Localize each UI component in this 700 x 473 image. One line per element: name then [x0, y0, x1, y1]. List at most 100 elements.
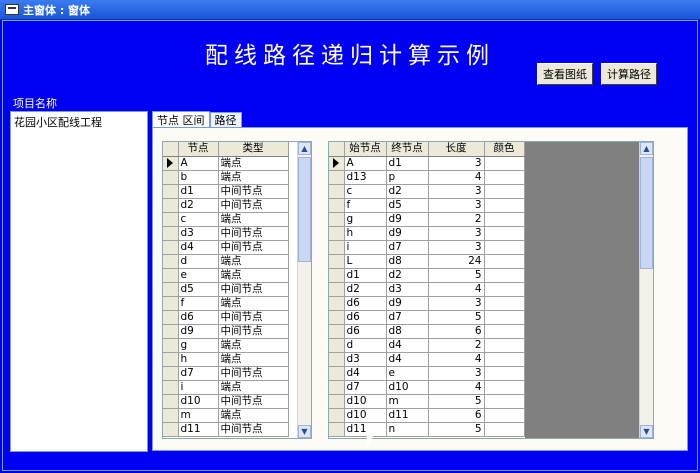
table-row[interactable]: d2 d3 4 — [329, 282, 525, 297]
arrow-down-icon[interactable]: ▼ — [298, 425, 311, 438]
table-cell[interactable]: 2 — [428, 338, 485, 353]
table-cell[interactable]: d1 — [386, 156, 429, 171]
table-cell[interactable]: 5 — [428, 268, 485, 283]
table-cell[interactable]: 6 — [428, 408, 485, 423]
table-row[interactable]: d10 d11 6 — [329, 408, 525, 423]
table-cell[interactable] — [484, 408, 525, 423]
table-row[interactable]: d9 中间节点 — [163, 324, 289, 339]
table-cell[interactable]: 中间节点 — [218, 394, 289, 409]
row-selector[interactable] — [329, 212, 345, 227]
row-selector[interactable] — [163, 198, 179, 213]
row-selector[interactable] — [163, 254, 179, 269]
table-cell[interactable]: 中间节点 — [218, 324, 289, 339]
table-cell[interactable]: L — [344, 254, 387, 269]
row-selector[interactable] — [163, 352, 179, 367]
node-scrollbar[interactable]: ▲ ▼ — [297, 142, 311, 438]
table-cell[interactable]: d9 — [386, 296, 429, 311]
row-selector[interactable] — [163, 366, 179, 381]
table-cell[interactable]: h — [344, 226, 387, 241]
table-cell[interactable]: h — [178, 352, 219, 367]
table-row[interactable]: d7 中间节点 — [163, 366, 289, 381]
table-row[interactable]: d10 m 5 — [329, 394, 525, 409]
segment-datasheet[interactable]: 始节点 终节点 长度 颜色 Ad1 3 d13 p 4 c d2 3 f d5 3 g d9 2 h d9 3 i… — [328, 141, 654, 439]
table-cell[interactable]: d11 — [178, 422, 219, 437]
table-cell[interactable] — [484, 212, 525, 227]
table-row[interactable]: d6 中间节点 — [163, 310, 289, 325]
row-selector[interactable] — [163, 296, 179, 311]
table-cell[interactable]: n — [386, 422, 429, 437]
table-row[interactable]: d6 d8 6 — [329, 324, 525, 339]
row-selector[interactable] — [329, 198, 345, 213]
row-selector[interactable] — [329, 352, 345, 367]
table-cell[interactable]: 中间节点 — [218, 226, 289, 241]
table-cell[interactable] — [484, 338, 525, 353]
table-row[interactable]: g 端点 — [163, 338, 289, 353]
row-selector[interactable] — [163, 394, 179, 409]
table-cell[interactable]: b — [178, 170, 219, 185]
table-row[interactable]: d4 e 3 — [329, 366, 525, 381]
table-cell[interactable]: i — [178, 380, 219, 395]
arrow-up-icon[interactable]: ▲ — [640, 142, 653, 155]
row-selector[interactable] — [329, 170, 345, 185]
table-cell[interactable]: d3 — [178, 226, 219, 241]
table-cell[interactable]: 端点 — [218, 212, 289, 227]
table-cell[interactable]: d — [344, 338, 387, 353]
table-cell[interactable]: d9 — [386, 226, 429, 241]
project-list[interactable]: 花园小区配线工程 — [10, 111, 148, 452]
table-cell[interactable]: 端点 — [218, 268, 289, 283]
table-row[interactable]: d4 中间节点 — [163, 240, 289, 255]
table-cell[interactable]: d4 — [386, 352, 429, 367]
column-header-end-node[interactable]: 终节点 — [386, 142, 429, 157]
table-cell[interactable]: 中间节点 — [218, 184, 289, 199]
table-row[interactable]: h d9 3 — [329, 226, 525, 241]
row-selector[interactable] — [329, 310, 345, 325]
table-cell[interactable]: d4 — [178, 240, 219, 255]
table-row[interactable]: d d4 2 — [329, 338, 525, 353]
table-cell[interactable]: m — [178, 408, 219, 423]
table-cell[interactable]: A — [178, 156, 219, 171]
table-row[interactable]: d3 中间节点 — [163, 226, 289, 241]
table-cell[interactable]: d7 — [386, 240, 429, 255]
table-cell[interactable]: 中间节点 — [218, 198, 289, 213]
table-cell[interactable]: 4 — [428, 380, 485, 395]
table-cell[interactable]: d6 — [344, 310, 387, 325]
node-datasheet[interactable]: 节点 类型 A 端点 b 端点 d1 中间节点 d2 中间节点 c 端点 d3 中间节点 d4 中间节点 d… — [162, 141, 312, 439]
row-selector[interactable] — [329, 366, 345, 381]
table-cell[interactable]: d11 — [386, 408, 429, 423]
row-selector[interactable] — [163, 380, 179, 395]
table-cell[interactable]: e — [178, 268, 219, 283]
table-cell[interactable]: e — [386, 366, 429, 381]
row-selector[interactable] — [163, 156, 179, 171]
table-cell[interactable]: g — [344, 212, 387, 227]
table-cell[interactable]: 3 — [428, 240, 485, 255]
row-selector[interactable] — [329, 408, 345, 423]
table-cell[interactable]: f — [178, 296, 219, 311]
row-selector[interactable] — [329, 184, 345, 199]
table-row[interactable]: c 端点 — [163, 212, 289, 227]
table-cell[interactable]: d4 — [386, 338, 429, 353]
table-cell[interactable]: 5 — [428, 422, 485, 437]
table-cell[interactable] — [484, 282, 525, 297]
table-cell[interactable]: d2 — [178, 198, 219, 213]
table-cell[interactable] — [484, 324, 525, 339]
column-header-length[interactable]: 长度 — [428, 142, 485, 157]
column-header-node[interactable]: 节点 — [178, 142, 219, 157]
table-cell[interactable] — [484, 352, 525, 367]
project-item[interactable]: 花园小区配线工程 — [14, 114, 144, 130]
table-cell[interactable]: 端点 — [218, 380, 289, 395]
table-cell[interactable]: d2 — [386, 268, 429, 283]
table-cell[interactable]: 端点 — [218, 254, 289, 269]
table-cell[interactable]: g — [178, 338, 219, 353]
table-cell[interactable] — [484, 240, 525, 255]
table-cell[interactable]: 6 — [428, 324, 485, 339]
view-drawing-button[interactable]: 查看图纸 — [537, 63, 593, 85]
table-cell[interactable]: d5 — [178, 282, 219, 297]
table-row[interactable]: i d7 3 — [329, 240, 525, 255]
table-cell[interactable]: d7 — [178, 366, 219, 381]
table-row[interactable]: d11 n 5 — [329, 422, 525, 437]
table-cell[interactable] — [484, 268, 525, 283]
table-cell[interactable]: f — [344, 198, 387, 213]
row-selector[interactable] — [163, 282, 179, 297]
table-row[interactable]: d2 中间节点 — [163, 198, 289, 213]
table-row[interactable]: A 端点 — [163, 156, 289, 171]
